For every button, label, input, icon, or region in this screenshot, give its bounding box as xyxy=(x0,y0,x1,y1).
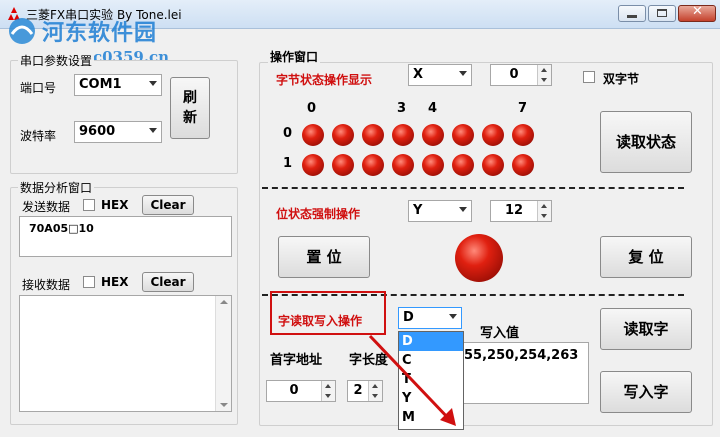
recv-scrollbar[interactable] xyxy=(215,296,231,411)
watermark-logo-icon xyxy=(9,18,35,44)
word-device-value: D xyxy=(403,310,414,325)
start-addr-label: 首字地址 xyxy=(270,353,323,368)
send-data-textarea[interactable]: 70A05□10 xyxy=(19,216,232,257)
read-status-button[interactable]: 读取状态 xyxy=(600,111,692,173)
port-label: 端口号 xyxy=(20,81,57,95)
chevron-down-icon xyxy=(449,314,457,319)
bit-led[interactable] xyxy=(452,154,474,176)
write-value-input[interactable]: 55,250,254,263 xyxy=(461,342,589,404)
baud-label: 波特率 xyxy=(20,129,57,143)
row-label: 0 xyxy=(283,126,293,141)
chevron-down-icon xyxy=(149,128,157,133)
stepper-down-icon[interactable] xyxy=(537,75,551,85)
send-hex-checkbox[interactable] xyxy=(83,199,95,211)
stepper-down-icon[interactable] xyxy=(321,391,335,401)
reset-bit-button[interactable]: 复 位 xyxy=(600,236,692,278)
bit-led[interactable] xyxy=(512,154,534,176)
serial-group-label: 串口参数设置 xyxy=(18,52,95,69)
refresh-button[interactable]: 刷新 xyxy=(170,77,210,139)
close-button[interactable]: ✕ xyxy=(678,4,716,22)
start-addr-value: 0 xyxy=(289,383,299,398)
bit-led[interactable] xyxy=(362,154,384,176)
close-icon: ✕ xyxy=(692,4,703,19)
write-word-button[interactable]: 写入字 xyxy=(600,371,692,413)
recv-hex-label: HEX xyxy=(101,275,129,289)
operation-group-label: 操作窗口 xyxy=(268,48,321,65)
bit-led[interactable] xyxy=(332,124,354,146)
double-byte-checkbox[interactable] xyxy=(583,71,595,83)
recv-clear-button[interactable]: Clear xyxy=(142,272,194,292)
watermark-title: 河东软件园 xyxy=(42,21,158,46)
bit-led[interactable] xyxy=(302,124,324,146)
bit-device-select[interactable]: Y xyxy=(408,200,472,222)
scroll-up-icon[interactable] xyxy=(220,300,228,304)
stepper-down-icon[interactable] xyxy=(537,211,551,221)
bit-led[interactable] xyxy=(302,154,324,176)
bit-section-label: 位状态强制操作 xyxy=(276,207,361,221)
write-value-text: 55,250,254,263 xyxy=(464,348,579,363)
double-byte-label: 双字节 xyxy=(603,72,640,86)
bit-led[interactable] xyxy=(482,154,504,176)
read-word-button[interactable]: 读取字 xyxy=(600,308,692,350)
set-bit-button[interactable]: 置 位 xyxy=(278,236,370,278)
chevron-down-icon xyxy=(459,71,467,76)
recv-data-textarea[interactable] xyxy=(19,295,232,412)
write-value-label: 写入值 xyxy=(480,326,520,341)
bit-led[interactable] xyxy=(512,124,534,146)
annotation-arrow-icon xyxy=(368,334,456,426)
scroll-down-icon[interactable] xyxy=(220,403,228,407)
byte-device-value: X xyxy=(413,67,424,82)
minimize-icon xyxy=(627,15,637,18)
byte-value: 0 xyxy=(509,67,519,82)
bit-led[interactable] xyxy=(332,154,354,176)
chevron-down-icon xyxy=(149,81,157,86)
bit-header: 7 xyxy=(518,101,528,116)
highlight-box xyxy=(270,291,386,335)
bit-led[interactable] xyxy=(392,124,414,146)
bit-value: 12 xyxy=(504,203,524,218)
bit-led[interactable] xyxy=(452,124,474,146)
byte-device-select[interactable]: X xyxy=(408,64,472,86)
bit-header: 4 xyxy=(428,101,438,116)
bit-led[interactable] xyxy=(362,124,384,146)
port-select[interactable]: COM1 xyxy=(74,74,162,96)
bit-status-led xyxy=(455,234,503,282)
word-device-select[interactable]: D xyxy=(398,307,462,329)
bit-led[interactable] xyxy=(392,154,414,176)
byte-value-stepper[interactable]: 0 xyxy=(490,64,552,86)
recv-hex-checkbox[interactable] xyxy=(83,276,95,288)
bit-led[interactable] xyxy=(482,124,504,146)
send-hex-label: HEX xyxy=(101,198,129,212)
maximize-icon xyxy=(657,9,667,17)
send-data-text: 70A05□10 xyxy=(29,222,94,235)
chevron-down-icon xyxy=(459,207,467,212)
bit-device-value: Y xyxy=(413,203,423,218)
bit-header: 3 xyxy=(397,101,407,116)
byte-section-label: 字节状态操作显示 xyxy=(276,73,373,87)
baud-select[interactable]: 9600 xyxy=(74,121,162,143)
bit-header: 0 xyxy=(307,101,317,116)
minimize-button[interactable] xyxy=(618,5,646,22)
bit-value-stepper[interactable]: 12 xyxy=(490,200,552,222)
baud-value: 9600 xyxy=(79,124,116,139)
recv-data-label: 接收数据 xyxy=(22,278,71,292)
maximize-button[interactable] xyxy=(648,5,676,22)
section-divider xyxy=(262,187,684,189)
send-data-label: 发送数据 xyxy=(22,200,71,214)
row-label: 1 xyxy=(283,156,293,171)
start-addr-stepper[interactable]: 0 xyxy=(266,380,336,402)
port-value: COM1 xyxy=(79,77,122,92)
bit-led[interactable] xyxy=(422,124,444,146)
bit-led[interactable] xyxy=(422,154,444,176)
analysis-group-label: 数据分析窗口 xyxy=(18,179,95,196)
send-clear-button[interactable]: Clear xyxy=(142,195,194,215)
